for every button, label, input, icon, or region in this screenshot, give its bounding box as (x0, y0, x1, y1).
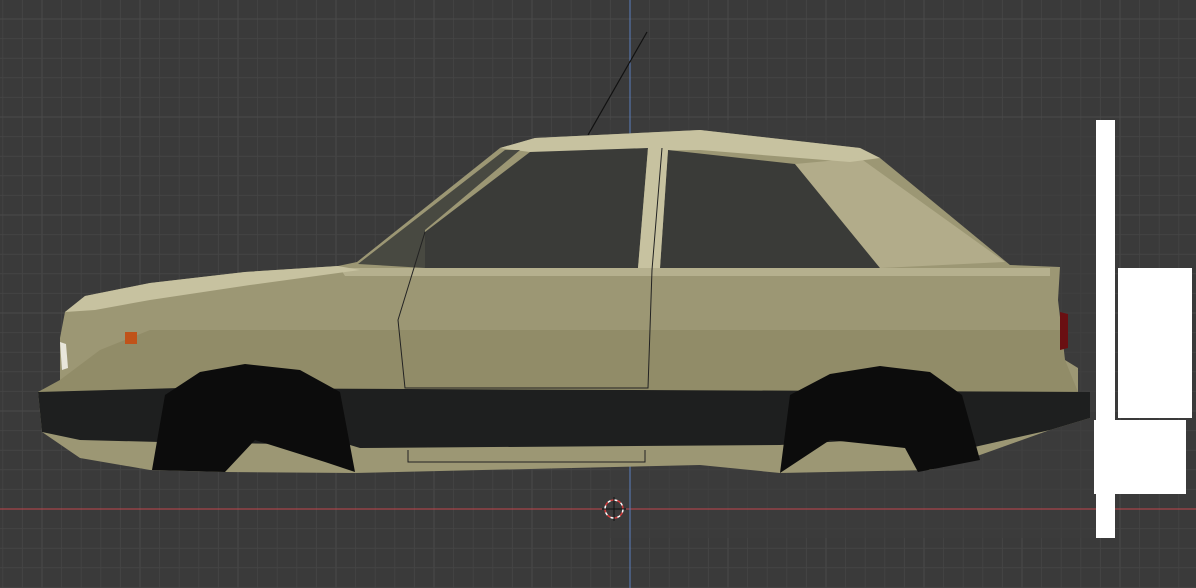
reference-overlay (1094, 120, 1192, 538)
viewport-canvas[interactable] (0, 0, 1196, 588)
front-door-window (425, 148, 648, 268)
camera-guide-line (587, 31, 648, 136)
tail-light (1060, 312, 1068, 350)
3d-viewport[interactable] (0, 0, 1196, 588)
side-indicator-light (125, 332, 137, 344)
beltline-trim (340, 268, 1050, 276)
